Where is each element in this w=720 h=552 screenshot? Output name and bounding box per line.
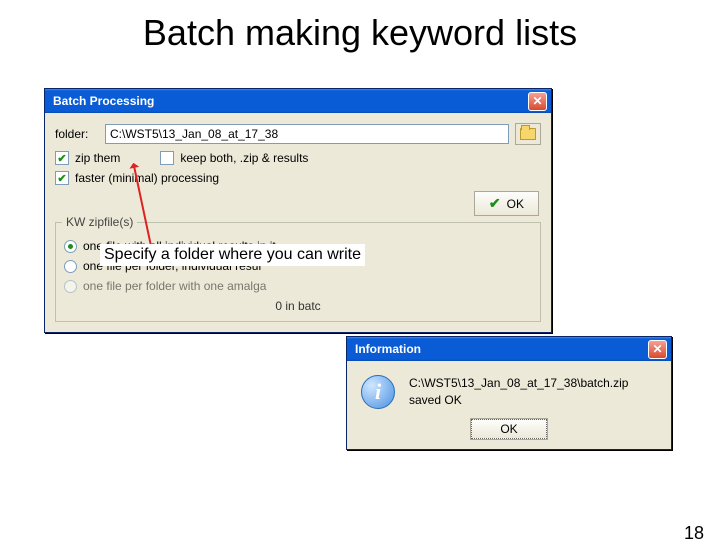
window-title: Batch Processing bbox=[53, 94, 154, 108]
info-icon: i bbox=[361, 375, 395, 409]
radio-per-folder-amalgam bbox=[64, 280, 77, 293]
kw-zipfile-group: KW zipfile(s) one file with all individu… bbox=[55, 222, 541, 322]
ok-button[interactable]: ✔ OK bbox=[474, 191, 539, 216]
slide-title: Batch making keyword lists bbox=[0, 12, 720, 54]
check-icon: ✔ bbox=[489, 195, 501, 212]
zip-checkbox[interactable]: ✔ bbox=[55, 151, 69, 165]
batch-status: 0 in batc bbox=[64, 299, 532, 313]
keep-checkbox-label: keep both, .zip & results bbox=[180, 151, 308, 165]
zip-checkbox-label: zip them bbox=[75, 151, 120, 165]
close-icon: ✕ bbox=[532, 94, 542, 108]
batch-processing-window: Batch Processing ✕ folder: ✔ zip them ke… bbox=[44, 88, 552, 333]
faster-checkbox[interactable]: ✔ bbox=[55, 171, 69, 185]
info-ok-button[interactable]: OK bbox=[471, 419, 546, 439]
info-message-line1: C:\WST5\13_Jan_08_at_17_38\batch.zip bbox=[409, 375, 628, 392]
page-number: 18 bbox=[684, 523, 704, 544]
ok-button-label: OK bbox=[507, 197, 524, 211]
info-window-title: Information bbox=[355, 342, 421, 356]
keep-checkbox[interactable] bbox=[160, 151, 174, 165]
folder-icon bbox=[520, 128, 536, 140]
radio-per-folder-amalgam-label: one file per folder with one amalga bbox=[83, 279, 266, 293]
info-close-button[interactable]: ✕ bbox=[648, 340, 667, 359]
info-message: C:\WST5\13_Jan_08_at_17_38\batch.zip sav… bbox=[409, 375, 628, 409]
close-icon: ✕ bbox=[652, 342, 662, 356]
info-titlebar[interactable]: Information ✕ bbox=[347, 337, 671, 361]
window-body: folder: ✔ zip them keep both, .zip & res… bbox=[45, 113, 551, 332]
radio-per-folder-individual[interactable] bbox=[64, 260, 77, 273]
folder-label: folder: bbox=[55, 127, 99, 141]
group-title: KW zipfile(s) bbox=[62, 215, 137, 229]
close-button[interactable]: ✕ bbox=[528, 92, 547, 111]
radio-one-file[interactable] bbox=[64, 240, 77, 253]
folder-input[interactable] bbox=[105, 124, 509, 144]
browse-button[interactable] bbox=[515, 123, 541, 145]
titlebar[interactable]: Batch Processing ✕ bbox=[45, 89, 551, 113]
information-dialog: Information ✕ i C:\WST5\13_Jan_08_at_17_… bbox=[346, 336, 672, 450]
annotation-text: Specify a folder where you can write bbox=[100, 244, 365, 266]
faster-checkbox-label: faster (minimal) processing bbox=[75, 171, 219, 185]
info-message-line2: saved OK bbox=[409, 392, 628, 409]
